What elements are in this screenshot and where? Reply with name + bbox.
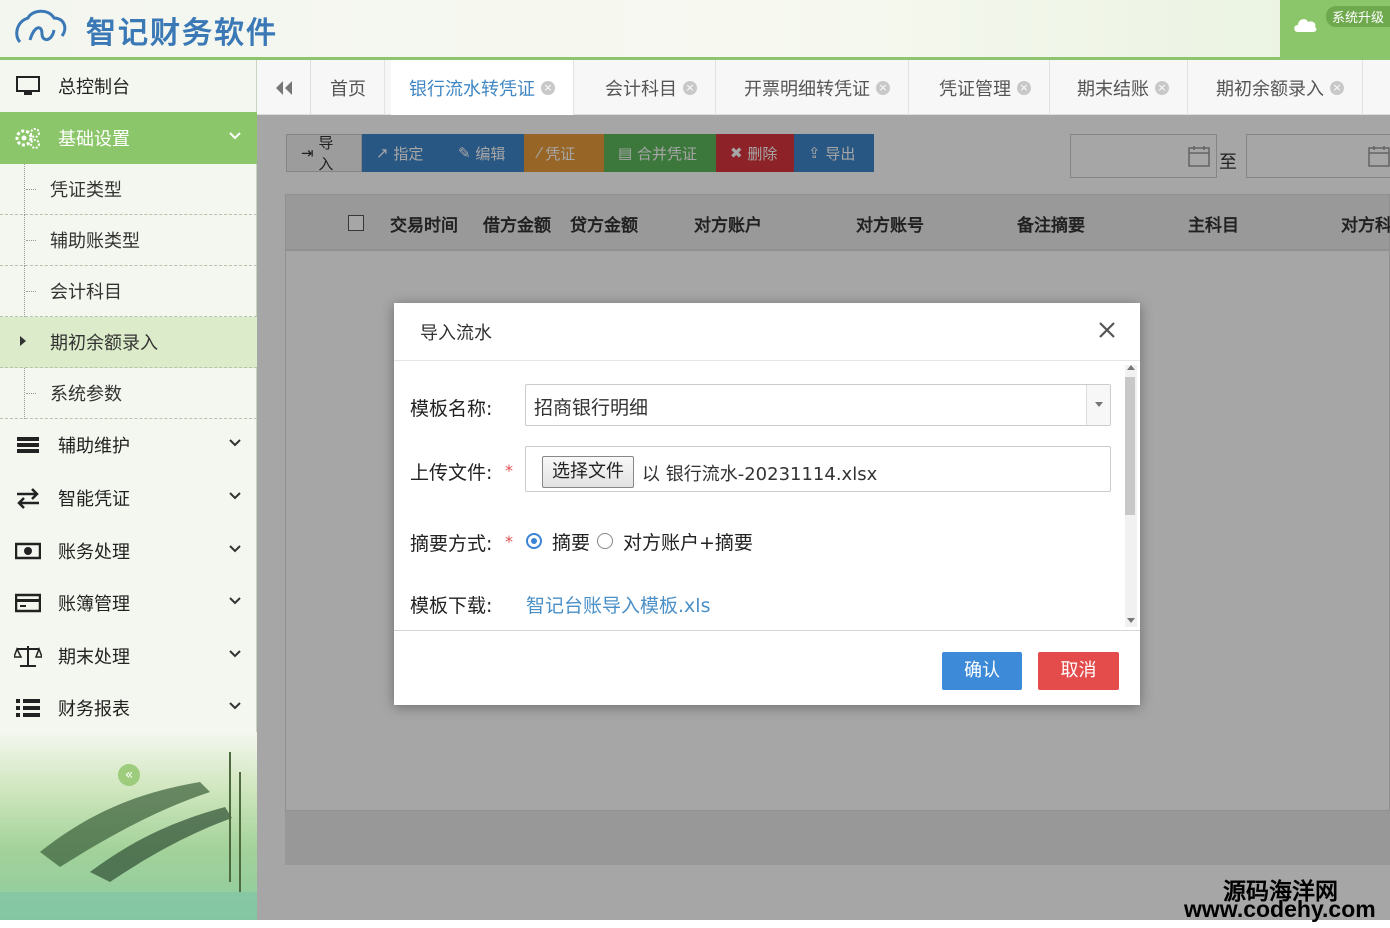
tab-close-icon[interactable]: × [541,80,555,95]
list-icon [14,433,42,457]
upgrade-button[interactable]: 系统升级 [1325,6,1390,27]
tab-close-icon[interactable]: × [683,80,697,95]
cancel-button[interactable]: 取消 [1038,652,1119,690]
sidebar-item-reports[interactable]: 财务报表 [0,682,257,734]
tab-invoice-voucher[interactable]: 开票明细转凭证 × [726,60,909,115]
selected-file-name: 以 银行流水-20231114.xlsx [642,464,878,485]
sidebar-item-accounting[interactable]: 账务处理 [0,525,257,577]
tab-bank-flow-voucher[interactable]: 银行流水转凭证 × [391,60,574,115]
confirm-button[interactable]: 确认 [942,652,1022,690]
sidebar-item-basic-settings[interactable]: 基础设置 [0,112,257,164]
sidebar-subitem-label: 辅助账类型 [50,231,140,252]
file-input[interactable]: 选择文件 以 银行流水-20231114.xlsx [525,446,1111,492]
sidebar-decoration: « [0,732,257,928]
logo-icon [15,9,67,44]
sidebar-subitem-label: 凭证类型 [50,180,122,201]
radio-summary-label[interactable]: 摘要 [552,528,590,555]
sidebar-subitem-system-params[interactable]: 系统参数 [0,368,257,419]
watermark-url: www.codehy.com [1184,896,1376,922]
tab-period-close[interactable]: 期末结账 × [1059,60,1188,115]
sidebar-subitem-aux-account-type[interactable]: 辅助账类型 [0,215,257,266]
chevron-down-icon [229,492,241,500]
radio-account-summary[interactable] [597,533,613,549]
scroll-up-icon[interactable] [1127,365,1135,370]
sidebar-collapse-button[interactable]: « [118,764,140,786]
tab-voucher-management[interactable]: 凭证管理 × [921,60,1050,115]
card-icon [14,591,42,615]
template-name-label: 模板名称: [410,398,493,420]
template-download-label: 模板下载: [410,595,493,617]
report-icon [14,696,42,720]
radio-summary[interactable] [526,533,542,549]
sidebar-item-label: 辅助维护 [58,436,130,457]
app-title: 智记财务软件 [86,16,278,51]
tabs-scroll-left-button[interactable] [257,60,311,115]
app-header: 智记财务软件 系统升级 [0,0,1390,60]
chevron-down-icon [229,132,241,140]
gears-icon [14,126,42,150]
choose-file-button[interactable]: 选择文件 [542,456,634,488]
summary-mode-label: 摘要方式: [410,533,493,555]
sidebar-item-console[interactable]: 总控制台 [0,60,257,112]
tab-accounts[interactable]: 会计科目 × [587,60,716,115]
exchange-icon [14,486,42,510]
chevron-down-icon [229,545,241,553]
sidebar-item-aux-maintenance[interactable]: 辅助维护 [0,419,257,471]
double-chevron-left-icon [275,80,292,95]
tab-home[interactable]: 首页 [312,60,385,115]
sidebar-subitem-voucher-type[interactable]: 凭证类型 [0,164,257,215]
upload-file-label: 上传文件: [410,462,493,484]
tab-close-icon[interactable]: × [1330,80,1344,95]
chevron-down-icon [229,439,241,447]
sidebar: 总控制台 基础设置 凭证类型 辅助账类型 会计科目 期初余额录入 系统参数 辅助… [0,60,257,928]
template-select-value: 招商银行明细 [534,397,649,419]
cloud-icon [1294,19,1317,32]
boats-image [0,752,257,928]
template-download-link[interactable]: 智记台账导入模板.xls [526,591,710,618]
sidebar-item-label: 财务报表 [58,699,130,720]
tab-bar: 首页 银行流水转凭证 × 会计科目 × 开票明细转凭证 × 凭证管理 × 期末结账 × 期… [257,60,1390,115]
money-icon [14,539,42,563]
sidebar-item-label: 基础设置 [58,129,130,150]
sidebar-item-label: 账务处理 [58,542,130,563]
radio-account-summary-label[interactable]: 对方账户+摘要 [623,528,753,555]
scroll-thumb[interactable] [1125,377,1135,515]
sidebar-subitem-opening-balance[interactable]: 期初余额录入 [0,317,257,368]
sidebar-item-smart-voucher[interactable]: 智能凭证 [0,472,257,524]
sidebar-subitem-label: 系统参数 [50,384,122,405]
required-mark: * [505,461,513,480]
caret-right-icon [20,336,26,346]
dropdown-arrow-icon [1086,385,1110,425]
sidebar-item-period-end[interactable]: 期末处理 [0,630,257,682]
close-icon[interactable] [1096,319,1118,341]
sidebar-item-label: 期末处理 [58,647,130,668]
monitor-icon [14,74,42,98]
scale-icon [14,644,42,668]
required-mark: * [505,532,513,551]
chevron-down-icon [229,597,241,605]
sidebar-item-label: 账簿管理 [58,594,130,615]
sidebar-item-label: 总控制台 [58,77,130,98]
tab-close-icon[interactable]: × [876,80,890,95]
sidebar-subitem-label: 会计科目 [50,282,122,303]
tab-opening-balance[interactable]: 期初余额录入 × [1198,60,1363,115]
sidebar-subitem-label: 期初余额录入 [50,333,158,354]
upgrade-area[interactable]: 系统升级 [1280,0,1390,57]
tab-close-icon[interactable]: × [1155,80,1169,95]
template-select[interactable]: 招商银行明细 [525,384,1111,426]
sidebar-subitem-accounts[interactable]: 会计科目 [0,266,257,317]
tab-close-icon[interactable]: × [1017,80,1031,95]
dialog-title: 导入流水 [420,323,492,344]
sidebar-item-label: 智能凭证 [58,489,130,510]
import-dialog: 导入流水 模板名称: 招商银行明细 上传文件: * 选择文件 以 银行流水-20… [394,303,1140,705]
chevron-down-icon [229,702,241,710]
chevron-down-icon [229,650,241,658]
scroll-down-icon[interactable] [1127,618,1135,623]
sidebar-item-ledger[interactable]: 账簿管理 [0,577,257,629]
